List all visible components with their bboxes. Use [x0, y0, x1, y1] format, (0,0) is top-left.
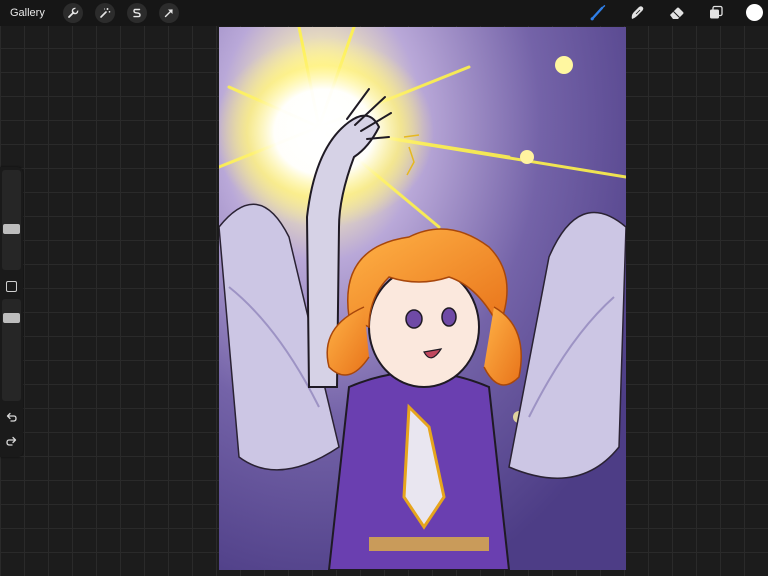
- layers-button[interactable]: [706, 3, 726, 23]
- smudge-icon: [631, 6, 644, 19]
- brush-size-slider-thumb[interactable]: [3, 224, 20, 234]
- drawing-canvas[interactable]: [219, 27, 626, 570]
- eraser-button[interactable]: [667, 3, 687, 23]
- brush-button[interactable]: [588, 3, 608, 23]
- eraser-icon: [670, 7, 684, 19]
- brush-icon: [590, 5, 606, 21]
- smudge-button[interactable]: [627, 3, 647, 23]
- left-sidebar: [0, 167, 23, 457]
- color-picker-swatch[interactable]: [746, 4, 763, 21]
- brush-size-slider[interactable]: [2, 170, 21, 270]
- undo-icon[interactable]: [5, 411, 18, 424]
- layers-icon: [710, 5, 723, 19]
- modify-button[interactable]: [6, 281, 17, 292]
- top-toolbar: Gallery: [0, 0, 768, 26]
- redo-icon[interactable]: [5, 435, 18, 448]
- right-tool-group: [0, 0, 768, 26]
- opacity-slider-thumb[interactable]: [3, 312, 20, 323]
- artwork-illustration: [219, 27, 626, 570]
